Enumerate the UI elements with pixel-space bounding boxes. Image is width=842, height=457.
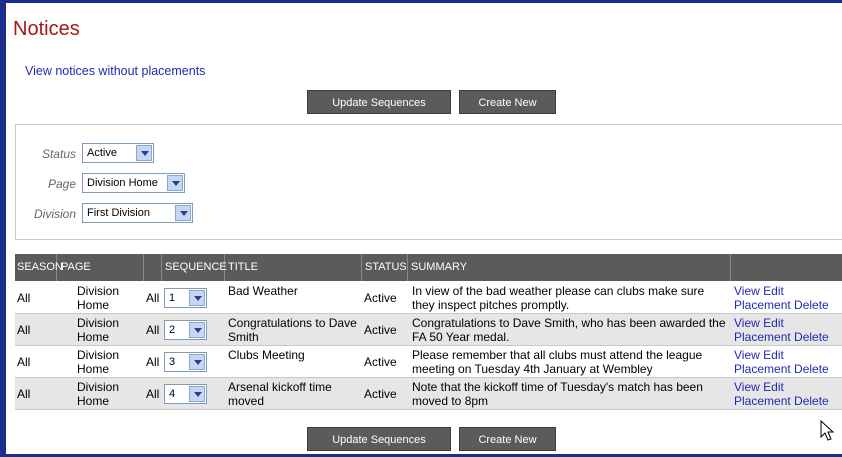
delete-link[interactable]: Delete xyxy=(794,298,829,312)
view-link[interactable]: View xyxy=(734,348,760,362)
page-select-value: Division Home xyxy=(87,177,158,189)
placement-link[interactable]: Placement xyxy=(734,298,791,312)
table-row: All Division Home All 1 Bad Weather Active In … xyxy=(15,282,842,314)
summary-cell: Please remember that all clubs must atte… xyxy=(412,348,703,376)
delete-link[interactable]: Delete xyxy=(794,330,829,344)
season-cell: All xyxy=(17,323,31,337)
view-without-placements-link[interactable]: View notices without placements xyxy=(25,64,205,78)
title-cell: Congratulations to Dave Smith xyxy=(228,316,357,344)
summary-cell: In view of the bad weather please can cl… xyxy=(412,284,705,312)
title-cell: Bad Weather xyxy=(228,284,298,298)
table-row: All Division Home All 2 Congratulations to D… xyxy=(15,314,842,346)
window-frame: Notices View notices without placements … xyxy=(0,0,842,457)
create-new-button-bottom[interactable]: Create New xyxy=(459,427,556,451)
page-cell: Division Home xyxy=(77,284,120,312)
view-link[interactable]: View xyxy=(734,284,760,298)
frame-top-border xyxy=(0,0,842,3)
edit-link[interactable]: Edit xyxy=(763,284,784,298)
scope-cell: All xyxy=(146,355,160,369)
header-title: TITLE xyxy=(225,254,362,281)
placement-link[interactable]: Placement xyxy=(734,330,791,344)
page-title: Notices xyxy=(13,18,80,40)
edit-link[interactable]: Edit xyxy=(763,380,784,394)
season-cell: All xyxy=(17,387,31,401)
edit-link[interactable]: Edit xyxy=(763,348,784,362)
table-row: All Division Home All 4 Arsenal kickoff time… xyxy=(15,378,842,410)
placement-link[interactable]: Placement xyxy=(734,362,791,376)
division-label: Division xyxy=(33,207,76,221)
page-cell: Division Home xyxy=(77,380,120,408)
summary-cell: Note that the kickoff time of Tuesday's … xyxy=(412,380,703,408)
header-season: SEASON xyxy=(15,254,63,281)
header-page: PAGE xyxy=(58,254,144,281)
summary-cell: Congratulations to Dave Smith, who has b… xyxy=(412,316,726,344)
sequence-select-value: 3 xyxy=(169,356,176,368)
chevron-down-icon xyxy=(189,386,205,402)
view-link[interactable]: View xyxy=(734,380,760,394)
mouse-pointer-icon xyxy=(820,420,835,441)
row-divider xyxy=(15,409,842,410)
actions-cell: View Edit Placement Delete xyxy=(734,314,842,346)
header-scope xyxy=(144,254,162,281)
title-cell: Clubs Meeting xyxy=(228,348,305,362)
sequence-select[interactable]: 1 xyxy=(164,288,207,308)
view-link[interactable]: View xyxy=(734,316,760,330)
status-cell: Active xyxy=(364,291,397,305)
chevron-down-icon xyxy=(136,145,152,161)
season-cell: All xyxy=(17,355,31,369)
frame-left-border xyxy=(0,0,6,457)
status-cell: Active xyxy=(364,323,397,337)
table-row: All Division Home All 3 Clubs Meeting Active P… xyxy=(15,346,842,378)
chevron-down-icon xyxy=(189,322,205,338)
scope-cell: All xyxy=(146,291,160,305)
placement-link[interactable]: Placement xyxy=(734,394,791,408)
page-cell: Division Home xyxy=(77,348,120,376)
delete-link[interactable]: Delete xyxy=(794,362,829,376)
table-header: SEASON PAGE SEQUENCE TITLE STATUS SUMMAR… xyxy=(15,254,842,281)
title-cell: Arsenal kickoff time moved xyxy=(228,380,332,408)
chevron-down-icon xyxy=(189,354,205,370)
status-select-value: Active xyxy=(87,147,117,159)
update-sequences-button-bottom[interactable]: Update Sequences xyxy=(307,427,451,451)
sequence-select-value: 2 xyxy=(169,324,176,336)
edit-link[interactable]: Edit xyxy=(763,316,784,330)
scope-cell: All xyxy=(146,387,160,401)
sequence-select-value: 1 xyxy=(169,292,176,304)
header-summary: SUMMARY xyxy=(408,254,731,281)
actions-cell: View Edit Placement Delete xyxy=(734,282,842,314)
actions-cell: View Edit Placement Delete xyxy=(734,346,842,378)
filter-panel: Status Active Page Division Home Divisio… xyxy=(15,124,842,240)
season-cell: All xyxy=(17,291,31,305)
chevron-down-icon xyxy=(189,290,205,306)
division-select-value: First Division xyxy=(87,207,150,219)
status-label: Status xyxy=(41,147,76,161)
header-sequence: SEQUENCE xyxy=(162,254,227,281)
create-new-button-top[interactable]: Create New xyxy=(459,90,556,114)
header-actions xyxy=(731,254,842,281)
status-cell: Active xyxy=(364,355,397,369)
chevron-down-icon xyxy=(167,175,183,191)
page-label: Page xyxy=(47,177,76,191)
delete-link[interactable]: Delete xyxy=(794,394,829,408)
status-cell: Active xyxy=(364,387,397,401)
page-cell: Division Home xyxy=(77,316,120,344)
scope-cell: All xyxy=(146,323,160,337)
header-status: STATUS xyxy=(362,254,408,281)
division-select[interactable]: First Division xyxy=(82,203,193,223)
sequence-select-value: 4 xyxy=(169,388,176,400)
status-select[interactable]: Active xyxy=(82,143,154,163)
page-select[interactable]: Division Home xyxy=(82,173,185,193)
sequence-select[interactable]: 2 xyxy=(164,320,207,340)
actions-cell: View Edit Placement Delete xyxy=(734,378,842,410)
sequence-select[interactable]: 3 xyxy=(164,352,207,372)
sequence-select[interactable]: 4 xyxy=(164,384,207,404)
chevron-down-icon xyxy=(175,205,191,221)
update-sequences-button-top[interactable]: Update Sequences xyxy=(307,90,451,114)
